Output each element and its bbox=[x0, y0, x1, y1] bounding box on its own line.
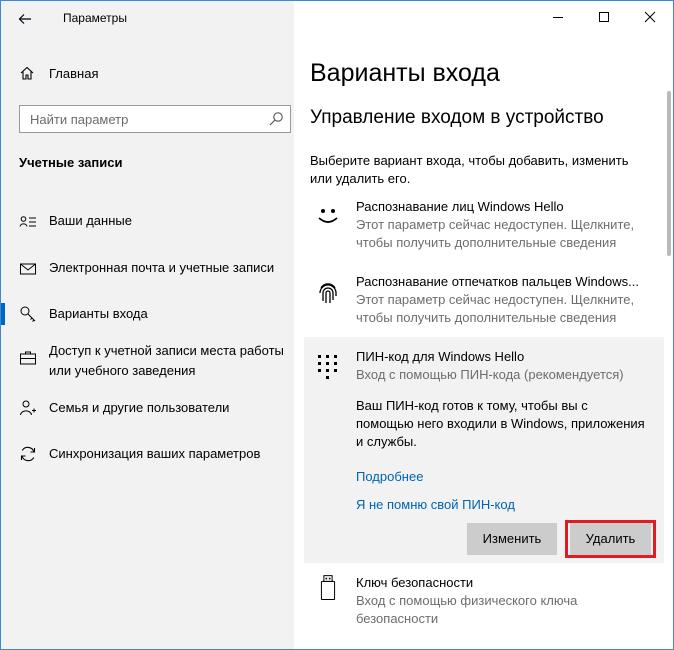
intro-text: Выберите вариант входа, чтобы добавить, … bbox=[310, 153, 629, 186]
sync-icon bbox=[20, 446, 36, 462]
option-description: Этот параметр сейчас недоступен. Щелкнит… bbox=[356, 217, 635, 250]
sidebar-item-label: Ваши данные bbox=[49, 213, 132, 228]
forgot-pin-link[interactable]: Я не помню свой ПИН-код bbox=[356, 497, 515, 512]
face-icon bbox=[318, 209, 338, 223]
maximize-icon bbox=[599, 12, 609, 22]
sidebar-item-family[interactable]: Семья и другие пользователи bbox=[1, 397, 294, 421]
sidebar-item-label: Варианты входа bbox=[49, 306, 148, 321]
search-icon[interactable] bbox=[268, 111, 284, 127]
app-title: Параметры bbox=[63, 11, 127, 25]
option-description: Этот параметр сейчас недоступен. Щелкнит… bbox=[356, 292, 635, 325]
delete-pin-button[interactable]: Удалить bbox=[570, 523, 651, 555]
minimize-button[interactable] bbox=[535, 1, 581, 33]
sidebar-item-label: Доступ к учетной записи места работы или… bbox=[49, 343, 284, 378]
back-button[interactable] bbox=[11, 7, 39, 31]
option-security-key[interactable]: Ключ безопасности Вход с помощью физичес… bbox=[310, 574, 660, 630]
minimize-icon bbox=[553, 17, 563, 18]
sidebar-item-sign-in-options[interactable]: Варианты входа bbox=[1, 303, 294, 327]
sidebar-item-home[interactable]: Главная bbox=[1, 57, 294, 91]
scrollbar[interactable] bbox=[667, 91, 671, 256]
home-icon bbox=[20, 66, 34, 80]
sidebar-item-label: Синхронизация ваших параметров bbox=[49, 446, 261, 461]
option-description: Вход с помощью ПИН-кода (рекомендуется) bbox=[356, 367, 624, 382]
learn-more-link[interactable]: Подробнее bbox=[356, 469, 423, 484]
option-title: Распознавание лиц Windows Hello bbox=[356, 199, 564, 214]
sidebar-item-sync[interactable]: Синхронизация ваших параметров bbox=[1, 443, 294, 467]
change-pin-button[interactable]: Изменить bbox=[467, 523, 557, 555]
option-title: ПИН-код для Windows Hello bbox=[356, 349, 525, 364]
page-title: Варианты входа bbox=[310, 59, 500, 87]
sidebar-item-email[interactable]: Электронная почта и учетные записи bbox=[1, 257, 294, 281]
sidebar-item-label: Главная bbox=[49, 66, 99, 81]
person-card-icon bbox=[19, 216, 36, 227]
pin-detail-text: Ваш ПИН-код готов к тому, чтобы вы с пом… bbox=[356, 398, 645, 449]
close-button[interactable] bbox=[627, 1, 673, 33]
key-icon bbox=[20, 306, 36, 322]
fingerprint-icon bbox=[319, 283, 337, 303]
usb-key-icon bbox=[320, 575, 336, 601]
sidebar-item-label: Электронная почта и учетные записи bbox=[49, 260, 275, 275]
sidebar-item-your-info[interactable]: Ваши данные bbox=[1, 210, 294, 234]
settings-window: Параметры Главная Учетные записи Ваши да… bbox=[0, 0, 674, 650]
title-bar: Параметры bbox=[1, 1, 294, 37]
close-icon bbox=[644, 11, 656, 23]
option-face-recognition[interactable]: Распознавание лиц Windows Hello Этот пар… bbox=[310, 198, 660, 254]
sidebar-item-label: Семья и другие пользователи bbox=[49, 400, 230, 415]
mail-icon bbox=[20, 263, 36, 275]
content-pane: Варианты входа Управление входом в устро… bbox=[294, 1, 673, 649]
option-pin[interactable]: ПИН-код для Windows Hello Вход с помощью… bbox=[310, 348, 660, 386]
option-title: Ключ безопасности bbox=[356, 575, 474, 590]
option-fingerprint[interactable]: Распознавание отпечатков пальцев Windows… bbox=[310, 273, 660, 329]
sidebar-item-work-access[interactable]: Доступ к учетной записи места работы или… bbox=[1, 341, 294, 383]
sidebar: Параметры Главная Учетные записи Ваши да… bbox=[1, 1, 294, 649]
option-description: Вход с помощью физического ключа безопас… bbox=[356, 593, 578, 626]
delete-highlight-frame: Удалить bbox=[565, 520, 656, 558]
option-title: Распознавание отпечатков пальцев Windows… bbox=[356, 274, 639, 289]
maximize-button[interactable] bbox=[581, 1, 627, 33]
pin-keypad-icon bbox=[318, 355, 337, 379]
briefcase-icon bbox=[20, 351, 36, 365]
section-title: Учетные записи bbox=[19, 155, 123, 170]
subsection-title: Управление входом в устройство bbox=[310, 107, 604, 128]
window-controls bbox=[535, 1, 673, 33]
person-add-icon bbox=[20, 400, 36, 416]
back-arrow-icon bbox=[18, 14, 31, 24]
search-input[interactable] bbox=[20, 106, 250, 132]
search-box[interactable] bbox=[19, 105, 291, 133]
